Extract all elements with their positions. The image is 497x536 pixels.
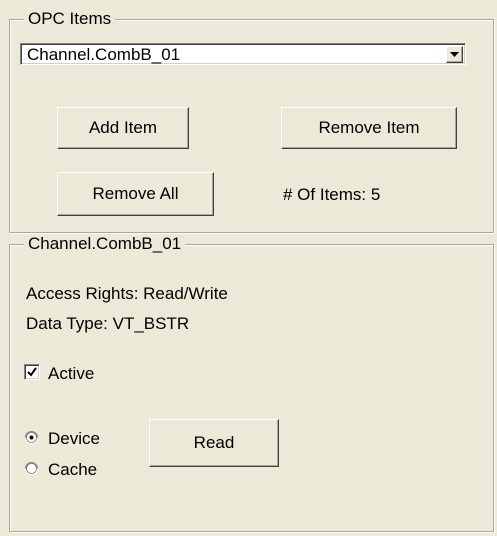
opc-item-select-value: Channel.CombB_01 [27, 45, 181, 64]
remove-item-button[interactable]: Remove Item [281, 107, 457, 149]
opc-items-group-title: OPC Items [24, 9, 116, 29]
remove-all-button[interactable]: Remove All [57, 172, 214, 216]
cache-radio[interactable] [24, 461, 39, 476]
device-radio[interactable] [24, 430, 39, 445]
device-radio-label[interactable]: Device [48, 429, 100, 449]
dropdown-button[interactable] [446, 46, 463, 63]
cache-radio-label[interactable]: Cache [48, 460, 97, 480]
chevron-down-icon [450, 52, 459, 57]
active-checkbox-label[interactable]: Active [48, 364, 94, 384]
checkmark-icon [27, 367, 37, 377]
add-item-button[interactable]: Add Item [57, 107, 189, 149]
access-rights-label: Access Rights: Read/Write [26, 284, 228, 303]
active-checkbox[interactable] [24, 364, 40, 380]
item-count-label: # Of Items: 5 [283, 185, 381, 204]
radio-selected-dot [29, 435, 34, 440]
opc-client-panel: OPC Items Channel.CombB_01 Add Item Remo… [0, 0, 497, 536]
data-type-label: Data Type: VT_BSTR [26, 314, 190, 333]
opc-item-select[interactable]: Channel.CombB_01 [20, 43, 466, 65]
item-detail-group-title: Channel.CombB_01 [24, 234, 186, 254]
read-button[interactable]: Read [149, 419, 279, 467]
